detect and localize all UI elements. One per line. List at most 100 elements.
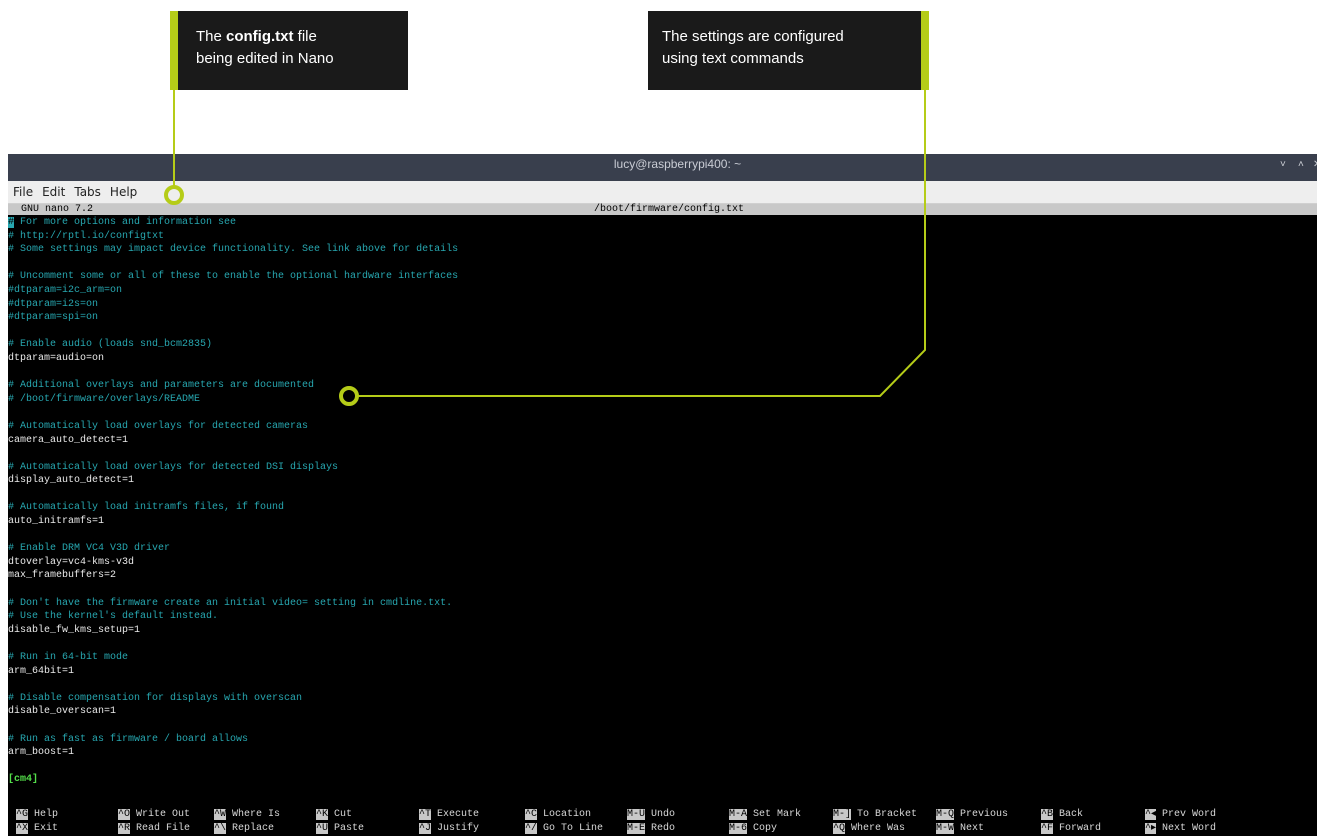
shortcut-label: Set Mark (753, 809, 802, 820)
shortcut-label: Justify (437, 822, 480, 834)
shortcut-label: Help (34, 809, 59, 820)
chevron-down-icon[interactable]: ˅ (1280, 154, 1286, 175)
shortcut-key: ^T (419, 809, 432, 820)
shortcut-label: Cut (334, 809, 353, 820)
menu-edit[interactable]: Edit (42, 185, 65, 199)
menu-file[interactable]: File (13, 185, 33, 199)
menu-tabs[interactable]: Tabs (74, 185, 101, 199)
shortcut-label: Replace (232, 822, 275, 834)
shortcut-item: ^J Justify (419, 822, 479, 836)
shortcut-label: Exit (34, 822, 59, 834)
shortcut-bar: ^G Help ^X Exit ^O Write Out ^R Read File ^W Wher… (8, 808, 1317, 836)
shortcut-label: Back (1059, 809, 1084, 820)
editor-text-area[interactable]: # For more options and information see # … (8, 216, 1317, 787)
section-line: [cm4] (8, 774, 39, 786)
setting-line: arm_boost=1 (8, 747, 75, 759)
shortcut-key: M-] (833, 809, 852, 820)
shortcut-key: ^◂ (1145, 809, 1157, 820)
shortcut-item: ^◂ Prev Word (1145, 808, 1216, 822)
shortcut-item: M-W Next (936, 822, 984, 836)
callout-config-file: The config.txt file being edited in Nano (170, 11, 408, 90)
shortcut-label: Forward (1059, 822, 1102, 834)
comment-line: # Uncomment some or all of these to enab… (8, 271, 459, 283)
menu-bar: File Edit Tabs Help (8, 181, 1317, 204)
comment-line: # Automatically load overlays for detect… (8, 420, 309, 432)
shortcut-item: M-A Set Mark (729, 808, 801, 822)
comment-text: For more options and information see (14, 217, 237, 228)
comment-line: # Run as fast as firmware / board allows (8, 733, 249, 745)
shortcut-label: Where Was (851, 822, 906, 834)
comment-line: # Automatically load initramfs files, if… (8, 502, 285, 514)
shortcut-label: Location (543, 809, 592, 820)
shortcut-key: ^G (16, 809, 29, 820)
setting-line: disable_overscan=1 (8, 706, 117, 718)
shortcut-label: To Bracket (857, 809, 918, 820)
comment-line: # /boot/firmware/overlays/README (8, 393, 201, 405)
shortcut-item: ^W Where Is (214, 808, 280, 822)
shortcut-key: ^U (316, 822, 329, 834)
shortcut-item: ^T Execute (419, 808, 479, 822)
shortcut-key: ^Q (833, 822, 846, 834)
window-titlebar[interactable]: lucy@raspberrypi400: ~ ˅ ˄ ✕ (8, 154, 1317, 181)
callout-settings: The settings are configured using text c… (648, 11, 929, 90)
shortcut-item: ^R Read File (118, 822, 190, 836)
shortcut-label: Paste (334, 822, 365, 834)
shortcut-key: ^B (1041, 809, 1054, 820)
shortcut-label: Next (960, 822, 985, 834)
comment-line: #dtparam=i2c_arm=on (8, 284, 123, 296)
shortcut-item: ^Q Where Was (833, 822, 905, 836)
shortcut-key: ^J (419, 822, 432, 834)
setting-line: arm_64bit=1 (8, 665, 75, 677)
shortcut-item: M-Q Previous (936, 808, 1008, 822)
comment-line: # Additional overlays and parameters are… (8, 380, 315, 392)
shortcut-item: ^F Forward (1041, 822, 1101, 836)
shortcut-item: M-U Undo (627, 808, 675, 822)
shortcut-label: Execute (437, 809, 480, 820)
nano-header: GNU nano 7.2 /boot/firmware/config.txt (8, 204, 1317, 215)
setting-line: auto_initramfs=1 (8, 516, 105, 528)
shortcut-item: M-] To Bracket (833, 808, 917, 822)
close-icon[interactable]: ✕ (1313, 154, 1317, 175)
shortcut-item: ^/ Go To Line (525, 822, 603, 836)
shortcut-key: ^O (118, 809, 131, 820)
chevron-up-icon[interactable]: ˄ (1298, 154, 1304, 175)
shortcut-label: Read File (136, 822, 191, 834)
comment-line: # Don't have the firmware create an init… (8, 597, 453, 609)
comment-line: # Use the kernel's default instead. (8, 611, 219, 623)
shortcut-item: ^U Paste (316, 822, 364, 836)
shortcut-key: M-A (729, 809, 748, 820)
setting-line: dtparam=audio=on (8, 352, 105, 364)
comment-line: #dtparam=i2s=on (8, 298, 99, 310)
shortcut-label: Redo (651, 822, 676, 834)
shortcut-item: ^▸ Next Word (1145, 822, 1216, 836)
shortcut-item: ^X Exit (16, 822, 58, 836)
shortcut-label: Next Word (1162, 822, 1217, 834)
shortcut-key: M-Q (936, 809, 955, 820)
callout-line-2: using text commands (662, 50, 804, 67)
shortcut-key: M-U (627, 809, 646, 820)
shortcut-key: ^C (525, 809, 538, 820)
nano-version: GNU nano 7.2 (21, 204, 94, 215)
shortcut-key: M-6 (729, 822, 748, 834)
shortcut-key: M-W (936, 822, 955, 834)
comment-line: # Some settings may impact device functi… (8, 244, 459, 256)
menu-help[interactable]: Help (110, 185, 137, 199)
shortcut-item: M-6 Copy (729, 822, 777, 836)
setting-line: dtoverlay=vc4-kms-v3d (8, 556, 135, 568)
shortcut-label: Prev Word (1162, 809, 1217, 820)
shortcut-key: ^K (316, 809, 329, 820)
shortcut-item: ^B Back (1041, 808, 1083, 822)
setting-line: display_auto_detect=1 (8, 475, 135, 487)
shortcut-label: Previous (960, 809, 1009, 820)
shortcut-label: Undo (651, 809, 676, 820)
callout-line-2: being edited in Nano (196, 50, 334, 67)
